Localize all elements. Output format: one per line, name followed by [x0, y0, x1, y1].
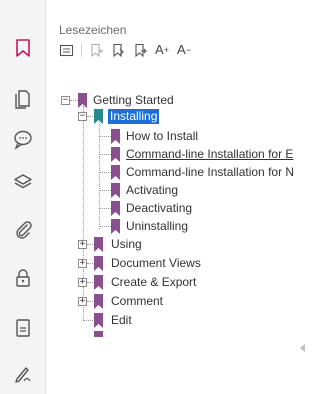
bookmark-getting-started[interactable]: Getting Started: [93, 93, 174, 108]
rail-layers-button[interactable]: [5, 164, 41, 200]
document-icon: [16, 319, 30, 337]
attachments-icon: [16, 221, 32, 239]
bookmark-using[interactable]: Using: [111, 237, 142, 252]
bookmark-cmdline-install-n[interactable]: Command-line Installation for N: [126, 165, 294, 180]
rail-attachments-button[interactable]: [5, 212, 41, 248]
security-lock-icon: [16, 269, 30, 287]
tree-connector: [87, 263, 93, 264]
rail-pages-button[interactable]: [5, 80, 41, 116]
comments-icon: [14, 130, 32, 150]
tree-guide-line: [83, 106, 84, 320]
tree-connector: [99, 136, 111, 137]
bookmark-icon: [111, 183, 120, 198]
using-expand-toggle[interactable]: +: [78, 240, 87, 249]
tree-connector: [99, 208, 111, 209]
bookmark-icon: [94, 109, 103, 124]
bookmark-icon: [94, 294, 103, 309]
rail-bookmarks-button[interactable]: [5, 30, 41, 66]
bookmark-label-clip: Command-line Installation for N: [126, 165, 305, 181]
bookmark-comment[interactable]: Comment: [111, 294, 163, 309]
tree-connector: [87, 116, 93, 117]
panel-collapse-arrow-icon[interactable]: [300, 344, 305, 352]
tree-connector: [87, 282, 93, 283]
tree-connector: [87, 301, 93, 302]
bookmark-activating[interactable]: Activating: [126, 183, 178, 198]
comment-expand-toggle[interactable]: +: [78, 297, 87, 306]
bookmark-document-views[interactable]: Document Views: [111, 256, 201, 271]
bookmark-icon: [94, 256, 103, 271]
bookmark-icon: [111, 219, 120, 234]
bookmark-icon: [111, 147, 120, 162]
bookmark-deactivating[interactable]: Deactivating: [126, 201, 192, 216]
document-views-expand-toggle[interactable]: +: [78, 259, 87, 268]
bookmark-icon: [111, 165, 120, 180]
sidebar-rail: [0, 0, 46, 394]
signature-pen-icon: [15, 367, 31, 383]
bookmark-uninstalling[interactable]: Uninstalling: [126, 219, 188, 234]
bookmark-how-to-install[interactable]: How to Install: [126, 129, 198, 144]
tree-guide-line: [99, 122, 100, 229]
tree-connector: [70, 100, 78, 101]
rail-comments-button[interactable]: [5, 121, 41, 157]
bookmark-icon: [94, 275, 103, 290]
bookmark-icon: [94, 331, 103, 337]
bookmark-tree: − Getting Started − Installing How to In…: [47, 0, 305, 394]
bookmark-icon: [111, 201, 120, 216]
pages-icon: [15, 90, 30, 109]
bookmark-edit[interactable]: Edit: [111, 313, 132, 328]
bookmark-create-export[interactable]: Create & Export: [111, 275, 196, 290]
installing-collapse-toggle[interactable]: −: [78, 112, 87, 121]
create-export-expand-toggle[interactable]: +: [78, 278, 87, 287]
bookmark-installing[interactable]: Installing: [108, 109, 160, 124]
bookmark-icon: [94, 237, 103, 252]
bookmark-cmdline-install-e[interactable]: Command-line Installation for E: [126, 147, 293, 162]
bookmarks-panel: Lesezeichen A+ A− − Getting Started − In…: [47, 0, 305, 394]
root-collapse-toggle[interactable]: −: [61, 96, 70, 105]
bookmark-icon: [78, 93, 87, 108]
bookmark-icon: [94, 313, 103, 328]
rail-security-button[interactable]: [5, 260, 41, 296]
tree-connector: [99, 190, 111, 191]
rail-document-button[interactable]: [5, 310, 41, 346]
bookmark-icon: [111, 129, 120, 144]
bookmark-label-clip: Command-line Installation for E: [126, 147, 305, 163]
rail-signature-button[interactable]: [5, 355, 41, 391]
bookmark-icon: [16, 39, 30, 57]
tree-connector: [99, 172, 111, 173]
tree-connector: [87, 244, 93, 245]
layers-icon: [14, 174, 32, 189]
tree-connector: [99, 226, 111, 227]
tree-connector: [83, 320, 93, 321]
tree-connector: [99, 154, 111, 155]
